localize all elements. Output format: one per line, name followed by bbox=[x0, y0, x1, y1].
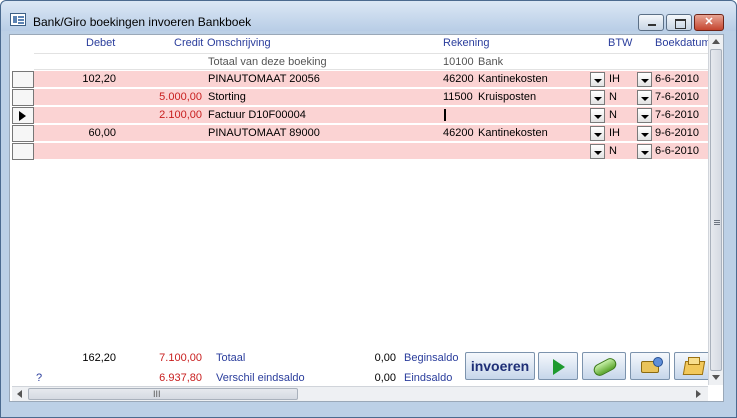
beginsaldo-value[interactable]: 0,00 bbox=[308, 350, 398, 366]
swap-button[interactable] bbox=[630, 352, 670, 380]
scroll-down-icon[interactable] bbox=[712, 375, 720, 380]
maximize-button[interactable] bbox=[666, 14, 692, 31]
totaal-credit: 7.100,00 bbox=[120, 350, 204, 366]
cell-btw[interactable]: N bbox=[609, 143, 617, 159]
cell-btw[interactable]: IH bbox=[609, 125, 620, 141]
header-debet[interactable]: Debet bbox=[86, 37, 115, 49]
box-button[interactable] bbox=[674, 352, 712, 380]
beginsaldo-label: Beginsaldo bbox=[404, 352, 459, 364]
header-boekdatum[interactable]: Boekdatum bbox=[655, 37, 711, 49]
rekening-dropdown-icon[interactable] bbox=[590, 90, 605, 105]
cell-debet[interactable] bbox=[34, 89, 116, 105]
cell-credit[interactable]: 2.100,00 bbox=[120, 107, 202, 123]
row-selector[interactable] bbox=[12, 71, 34, 88]
invoeren-button[interactable]: invoeren bbox=[465, 352, 535, 380]
cell-rekening-naam[interactable]: Kantinekosten bbox=[478, 71, 548, 87]
vertical-scroll-thumb[interactable] bbox=[710, 49, 722, 371]
roll-button[interactable] bbox=[582, 352, 626, 380]
vertical-scrollbar[interactable] bbox=[708, 35, 723, 385]
cell-datum[interactable]: 6-6-2010 bbox=[655, 143, 699, 159]
text-cursor bbox=[444, 109, 446, 121]
cell-credit[interactable]: 5.000,00 bbox=[120, 89, 202, 105]
btw-dropdown-icon[interactable] bbox=[637, 72, 652, 87]
row-selector-current[interactable] bbox=[12, 107, 34, 124]
verschil-value: 6.937,80 bbox=[120, 370, 204, 386]
cell-rekening-nr[interactable]: 46200 bbox=[443, 125, 474, 141]
cell-rekening-naam[interactable]: Kantinekosten bbox=[478, 125, 548, 141]
application-window: Bank/Giro boekingen invoeren Bankboek ✕ … bbox=[0, 0, 737, 418]
horizontal-scrollbar[interactable]: III bbox=[12, 386, 708, 401]
cell-rekening-naam[interactable]: Kruisposten bbox=[478, 89, 536, 105]
header-omschrijving[interactable]: Omschrijving bbox=[207, 37, 271, 49]
rekening-dropdown-icon[interactable] bbox=[590, 144, 605, 159]
cell-omschrijving[interactable]: PINAUTOMAAT 20056 bbox=[208, 71, 320, 87]
header-credit[interactable]: Credit bbox=[174, 37, 203, 49]
play-button[interactable] bbox=[538, 352, 578, 380]
scroll-left-icon[interactable] bbox=[17, 390, 22, 398]
help-question[interactable]: ? bbox=[36, 370, 42, 386]
horizontal-scroll-thumb[interactable]: III bbox=[28, 388, 298, 400]
box-lid-icon bbox=[688, 357, 700, 365]
cell-rekening-nr[interactable]: 11500 bbox=[443, 89, 473, 105]
close-button[interactable]: ✕ bbox=[694, 14, 724, 31]
cell-datum[interactable]: 9-6-2010 bbox=[655, 125, 699, 141]
rekening-dropdown-icon[interactable] bbox=[590, 72, 605, 87]
form-icon bbox=[10, 13, 26, 26]
roll-icon bbox=[591, 356, 619, 378]
scroll-up-icon[interactable] bbox=[712, 39, 720, 44]
swap-arrow-icon bbox=[653, 357, 663, 367]
window-title: Bank/Giro boekingen invoeren Bankboek bbox=[33, 15, 252, 29]
grip-label: III bbox=[153, 389, 161, 399]
btw-dropdown-icon[interactable] bbox=[637, 126, 652, 141]
rekening-dropdown-icon[interactable] bbox=[590, 108, 605, 123]
btw-dropdown-icon[interactable] bbox=[637, 108, 652, 123]
close-icon: ✕ bbox=[704, 16, 714, 28]
row-selector[interactable] bbox=[12, 125, 34, 142]
cell-btw[interactable]: IH bbox=[609, 71, 620, 87]
eindsaldo-value[interactable]: 0,00 bbox=[308, 370, 398, 386]
cell-btw[interactable]: N bbox=[609, 89, 617, 105]
row-selector[interactable] bbox=[12, 143, 34, 160]
cell-debet[interactable]: 102,20 bbox=[34, 71, 116, 87]
btw-dropdown-icon[interactable] bbox=[637, 90, 652, 105]
cell-btw[interactable]: N bbox=[609, 107, 617, 123]
booking-grid-area: Debet Credit Omschrijving Rekening BTW B… bbox=[9, 34, 724, 402]
cell-credit[interactable] bbox=[120, 125, 202, 141]
summary-omschrijving: Totaal van deze boeking bbox=[208, 56, 327, 68]
header-btw[interactable]: BTW bbox=[608, 37, 632, 49]
row-selector[interactable] bbox=[12, 89, 34, 106]
eindsaldo-label: Eindsaldo bbox=[404, 372, 453, 384]
totaal-debet: 162,20 bbox=[34, 350, 118, 366]
minimize-button[interactable] bbox=[638, 14, 664, 31]
cell-credit[interactable] bbox=[120, 71, 202, 87]
grip-icon bbox=[714, 220, 720, 221]
table-row[interactable] bbox=[34, 143, 708, 160]
rekening-dropdown-icon[interactable] bbox=[590, 126, 605, 141]
cell-rekening-nr[interactable]: 46200 bbox=[443, 71, 474, 87]
title-bar[interactable]: Bank/Giro boekingen invoeren Bankboek ✕ bbox=[1, 1, 736, 31]
verschil-label: Verschil eindsaldo bbox=[216, 372, 305, 384]
cell-debet[interactable] bbox=[34, 107, 116, 123]
cell-datum[interactable]: 7-6-2010 bbox=[655, 107, 699, 123]
summary-rekening-naam: Bank bbox=[478, 56, 504, 68]
btw-dropdown-icon[interactable] bbox=[637, 144, 652, 159]
scroll-right-icon[interactable] bbox=[696, 390, 701, 398]
cell-datum[interactable]: 7-6-2010 bbox=[655, 89, 699, 105]
cell-omschrijving[interactable]: Factuur D10F00004 bbox=[208, 107, 306, 123]
cell-omschrijving[interactable]: Storting bbox=[208, 89, 246, 105]
summary-row bbox=[34, 53, 708, 70]
cell-omschrijving[interactable]: PINAUTOMAAT 89000 bbox=[208, 125, 320, 141]
header-rekening[interactable]: Rekening bbox=[443, 37, 489, 49]
cell-datum[interactable]: 6-6-2010 bbox=[655, 71, 699, 87]
totaal-label: Totaal bbox=[216, 352, 246, 364]
summary-rekening-nr: 10100 bbox=[443, 56, 474, 68]
cell-debet[interactable]: 60,00 bbox=[34, 125, 116, 141]
